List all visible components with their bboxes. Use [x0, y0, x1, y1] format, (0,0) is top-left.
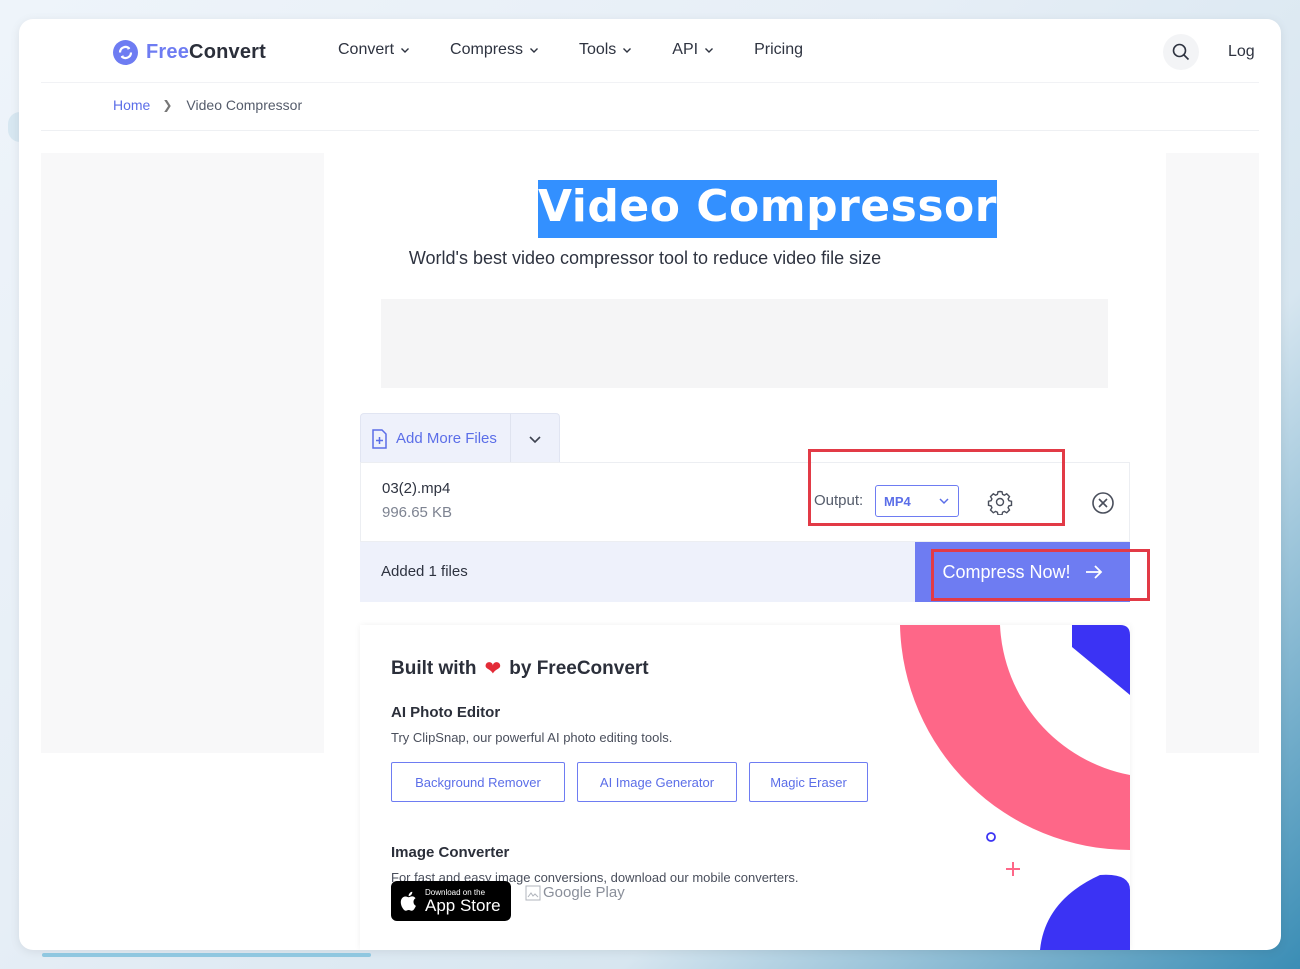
chevron-down-icon: [705, 48, 714, 53]
app-store-text: Download on the App Store: [425, 888, 501, 915]
right-ad-column: [1166, 153, 1259, 753]
nav-convert-label: Convert: [338, 41, 395, 58]
page-subtitle: World's best video compressor tool to re…: [408, 248, 882, 268]
add-more-files-group: Add More Files: [360, 413, 560, 463]
chevron-down-icon: [529, 48, 538, 53]
nav-pricing[interactable]: Pricing: [754, 41, 803, 59]
nav-convert[interactable]: Convert: [338, 41, 410, 59]
page-title: Video Compressor: [538, 180, 997, 238]
broken-image-icon: [525, 885, 541, 900]
built-with-prefix: Built with: [391, 657, 477, 679]
google-play-badge[interactable]: Google Play: [525, 884, 625, 901]
nav-pricing-label: Pricing: [754, 41, 803, 58]
left-ad-column: [41, 153, 324, 753]
page: FreeConvert Convert Compress Tools API P…: [41, 19, 1259, 950]
built-with-card: Built with ❤ by FreeConvert AI Photo Edi…: [360, 625, 1130, 950]
file-name: 03(2).mp4: [382, 480, 451, 497]
ad-placeholder: [381, 299, 1108, 388]
decorative-shapes: [900, 625, 1130, 950]
breadcrumb-current: Video Compressor: [186, 97, 303, 113]
file-size: 996.65 KB: [382, 504, 453, 521]
divider: [41, 130, 1259, 131]
chevron-down-icon: [401, 48, 410, 53]
magic-eraser-button[interactable]: Magic Eraser: [749, 762, 868, 802]
search-icon: [1172, 43, 1190, 61]
heart-icon: ❤: [484, 658, 502, 680]
browser-window: FreeConvert Convert Compress Tools API P…: [19, 19, 1281, 950]
close-circle-icon[interactable]: [1091, 491, 1115, 515]
annotation-box-output: [808, 449, 1065, 526]
image-converter-heading: Image Converter: [391, 844, 510, 861]
add-more-files-label: Add More Files: [396, 430, 497, 447]
search-button[interactable]: [1163, 34, 1199, 70]
ai-image-generator-button[interactable]: AI Image Generator: [577, 762, 737, 802]
chevron-down-icon: [623, 48, 632, 53]
app-store-big: App Store: [425, 895, 501, 915]
annotation-box-compress: [931, 549, 1150, 601]
nav-tools[interactable]: Tools: [579, 41, 632, 59]
file-add-icon: [372, 428, 387, 449]
built-with-title: Built with ❤ by FreeConvert: [391, 656, 649, 681]
horizontal-scrollbar[interactable]: [42, 953, 371, 957]
background-remover-button[interactable]: Background Remover: [391, 762, 565, 802]
logo-free: Free: [146, 41, 190, 63]
nav-tools-label: Tools: [578, 41, 617, 58]
built-with-suffix: by FreeConvert: [509, 657, 649, 679]
breadcrumb: Home ❯ Video Compressor: [113, 97, 302, 113]
breadcrumb-home[interactable]: Home: [113, 97, 150, 113]
ai-photo-editor-text: Try ClipSnap, our powerful AI photo edit…: [391, 730, 673, 745]
site-header: FreeConvert Convert Compress Tools API P…: [41, 19, 1259, 83]
apple-icon: [400, 891, 416, 911]
google-play-alt-text: Google Play: [543, 884, 625, 901]
nav-api[interactable]: API: [672, 41, 714, 59]
photo-tool-buttons: Background Remover AI Image Generator Ma…: [391, 762, 868, 802]
add-more-files-button[interactable]: Add More Files: [361, 414, 512, 463]
login-link[interactable]: Log: [1228, 43, 1255, 61]
logo-convert: Convert: [189, 41, 267, 63]
chevron-down-icon: [529, 435, 541, 443]
app-store-badge[interactable]: Download on the App Store: [391, 881, 511, 921]
nav-compress[interactable]: Compress: [450, 41, 539, 59]
chevron-right-icon: ❯: [162, 98, 173, 112]
add-more-dropdown[interactable]: [511, 432, 559, 446]
nav-compress-label: Compress: [450, 41, 523, 58]
logo[interactable]: FreeConvert: [113, 40, 266, 65]
hero-title-wrap: Video Compressor: [538, 180, 997, 238]
ai-photo-editor-heading: AI Photo Editor: [391, 704, 501, 721]
nav-api-label: API: [672, 41, 699, 58]
added-files-count: Added 1 files: [381, 563, 468, 580]
logo-text: FreeConvert: [146, 41, 266, 64]
main-nav: Convert Compress Tools API Pricing: [338, 41, 843, 59]
logo-icon: [113, 40, 138, 65]
